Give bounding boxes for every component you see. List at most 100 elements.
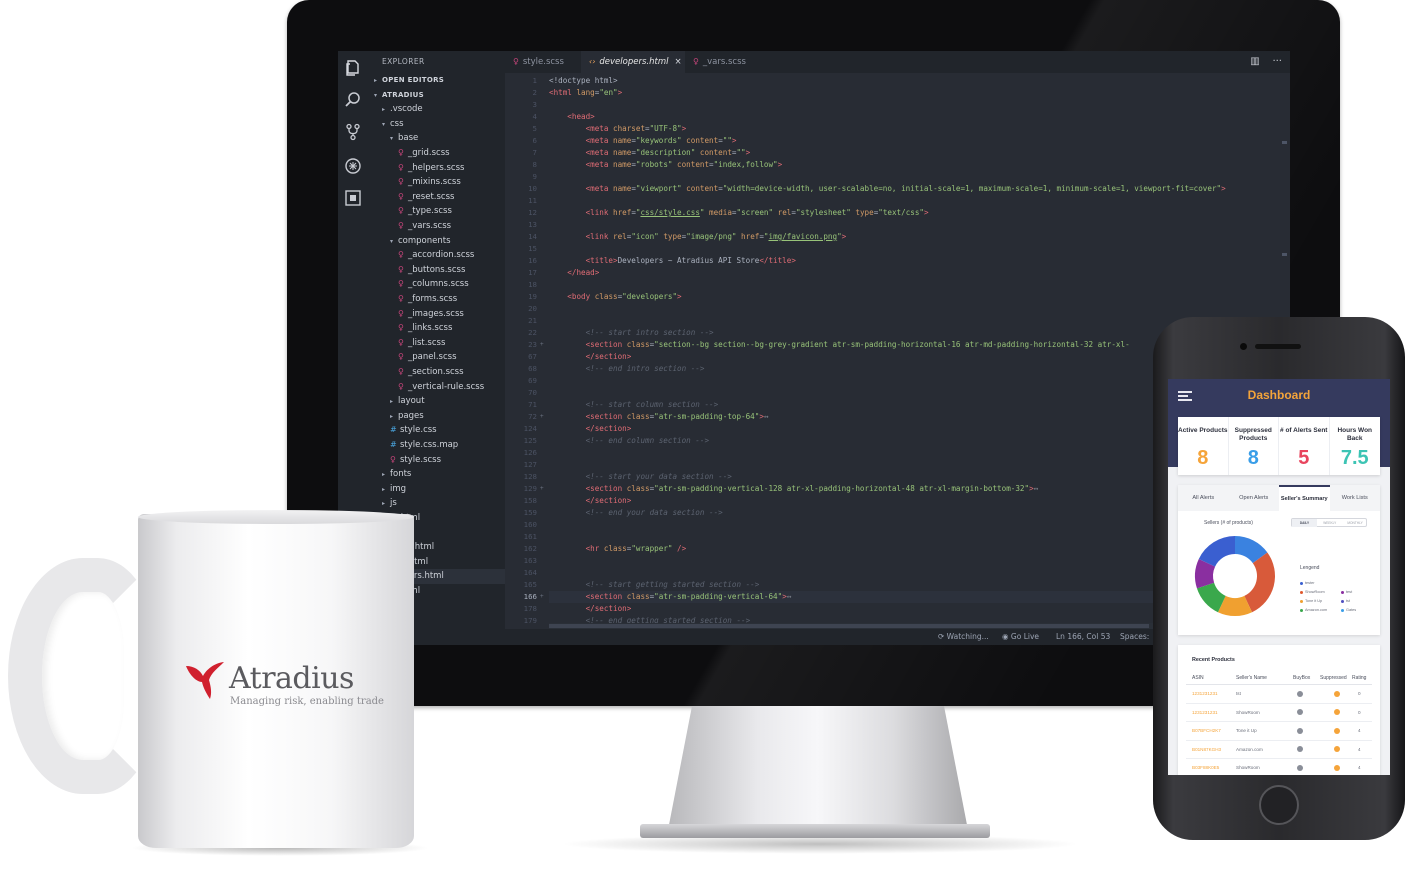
code-line: <!-- start your data section --> <box>549 471 732 483</box>
indentation-setting[interactable]: Spaces: <box>1120 629 1149 645</box>
search-icon[interactable] <box>344 91 362 109</box>
table-row[interactable]: B03F88K0E5 ShowRoom 4 <box>1186 759 1372 775</box>
more-actions-icon[interactable]: ··· <box>1272 56 1282 67</box>
tree-file[interactable]: ♀ _columns.scss <box>368 277 505 292</box>
explorer-section[interactable]: ▸ OPEN EDITORS <box>368 73 505 88</box>
tree-file[interactable]: ♀ _grid.scss <box>368 146 505 161</box>
asin-link[interactable]: 1231231231 <box>1192 685 1218 703</box>
line-number: 69 <box>528 376 537 385</box>
dashboard-tab[interactable]: All Alerts <box>1178 485 1229 511</box>
scrollbar-thumb[interactable] <box>549 624 1149 628</box>
tree-file[interactable]: ♀ _section.scss <box>368 365 505 380</box>
line-number: 161 <box>523 532 537 541</box>
code-line: <section class="atr-sm-padding-top-64">↔ <box>549 411 769 423</box>
tree-file[interactable]: ♀ _mixins.scss <box>368 175 505 190</box>
tree-folder[interactable]: ▸ js <box>368 496 505 511</box>
code-token: ↔ <box>786 592 792 601</box>
tree-file[interactable]: ♀ _panel.scss <box>368 350 505 365</box>
fold-toggle-icon[interactable]: + <box>540 339 544 351</box>
check-circle-icon <box>1334 764 1340 771</box>
asin-link[interactable]: 1231231231 <box>1192 704 1218 722</box>
line-number: 126 <box>523 448 537 457</box>
period-toggle-button[interactable]: DAILY <box>1292 519 1317 527</box>
tree-file[interactable]: ♀ style.scss <box>368 453 505 468</box>
fold-toggle-icon[interactable]: + <box>540 591 544 603</box>
tree-file[interactable]: ♀ _vars.scss <box>368 219 505 234</box>
code-token: > <box>777 160 783 169</box>
code-editor-window: EXPLORER ▸ OPEN EDITORS ▾ ATRADIUS ▸ .vscode ▾… <box>338 51 1290 645</box>
editor-tab[interactable]: ♀ style.scss <box>505 51 581 73</box>
close-tab-icon[interactable]: × <box>674 57 681 67</box>
tree-folder[interactable]: ▸ layout <box>368 394 505 409</box>
tree-file[interactable]: ♀ _links.scss <box>368 321 505 336</box>
code-token: name <box>613 136 632 145</box>
sass-file-icon: ♀ <box>398 264 404 274</box>
tree-folder[interactable]: ▸ fonts <box>368 467 505 482</box>
legend-swatch <box>1300 590 1303 594</box>
fold-toggle-icon[interactable]: + <box>540 411 544 423</box>
dashboard-tab[interactable]: Seller's Summary <box>1279 485 1330 511</box>
code-token: name <box>613 148 632 157</box>
tree-file[interactable]: # style.css <box>368 423 505 438</box>
tree-file[interactable]: ♀ _list.scss <box>368 336 505 351</box>
tree-file[interactable]: ♀ _buttons.scss <box>368 263 505 278</box>
table-row[interactable]: B01N87KGH3 Amazon.com 4 <box>1186 741 1372 759</box>
code-token: type <box>850 208 874 217</box>
tree-folder[interactable]: ▸ img <box>368 482 505 497</box>
tree-file[interactable]: ♀ _reset.scss <box>368 190 505 205</box>
seller-name: tst <box>1236 691 1241 696</box>
tree-file[interactable]: ♀ _type.scss <box>368 204 505 219</box>
table-row[interactable]: 1231231231 tst 0 <box>1186 685 1372 704</box>
code-line: </head> <box>549 267 599 279</box>
table-row[interactable]: B07BFCH2K7 Tone it Up 4 <box>1186 722 1372 741</box>
period-toggle-button[interactable]: MONTHLY <box>1343 519 1368 527</box>
fold-toggle-icon[interactable]: + <box>540 483 544 495</box>
source-control-icon[interactable] <box>344 123 362 141</box>
split-editor-icon[interactable]: ▥ <box>1250 56 1259 67</box>
donut-segment[interactable] <box>1244 552 1275 613</box>
tree-folder[interactable]: ▸ pages <box>368 409 505 424</box>
asin-link[interactable]: B01N87KGH3 <box>1192 741 1221 759</box>
rating-value: 4 <box>1358 746 1361 752</box>
tree-file[interactable]: ♀ _vertical-rule.scss <box>368 380 505 395</box>
watching-status[interactable]: ⟳ Watching... <box>938 629 989 645</box>
code-token: "wrapper" <box>631 544 673 553</box>
extensions-icon[interactable] <box>344 189 362 207</box>
line-number: 20 <box>528 304 537 313</box>
table-row[interactable]: 1231231231 ShowRoom 0 <box>1186 704 1372 722</box>
seller-name: Amazon.com <box>1236 746 1263 752</box>
tree-folder[interactable]: ▸ .vscode <box>368 102 505 117</box>
home-button[interactable] <box>1259 785 1299 825</box>
tree-file[interactable]: ♀ _images.scss <box>368 307 505 322</box>
tree-file[interactable]: ♀ _accordion.scss <box>368 248 505 263</box>
line-number: 127 <box>523 460 537 469</box>
line-number: 68 <box>528 364 537 373</box>
asin-link[interactable]: B03F88K0E5 <box>1192 759 1219 775</box>
tree-folder[interactable]: ▾ components <box>368 234 505 249</box>
period-toggle: DAILY WEEKLY MONTHLY <box>1291 518 1367 527</box>
tree-item-label: img <box>390 483 407 494</box>
dashboard-tab[interactable]: Work Lists <box>1330 485 1381 511</box>
files-icon[interactable] <box>344 59 362 77</box>
tree-file[interactable]: ♀ _helpers.scss <box>368 161 505 176</box>
editor-tab[interactable]: ♀ _vars.scss <box>685 51 755 73</box>
tree-item-label: _vertical-rule.scss <box>408 381 485 392</box>
cursor-position[interactable]: Ln 166, Col 53 <box>1056 629 1110 645</box>
tree-file[interactable]: ♀ _forms.scss <box>368 292 505 307</box>
sass-file-icon: ♀ <box>390 454 396 464</box>
tree-folder[interactable]: ▾ base <box>368 131 505 146</box>
period-toggle-button[interactable]: WEEKLY <box>1317 519 1342 527</box>
code-token: "image/png" <box>686 232 737 241</box>
sass-file-icon: ♀ <box>398 177 404 187</box>
asin-link[interactable]: B07BFCH2K7 <box>1192 722 1221 740</box>
debug-icon[interactable] <box>344 157 362 175</box>
tree-item-label: ATRADIUS <box>382 90 424 99</box>
go-live-button[interactable]: ◉ Go Live <box>1002 629 1039 645</box>
dashboard-tab[interactable]: Open Alerts <box>1229 485 1280 511</box>
explorer-section[interactable]: ▾ ATRADIUS <box>368 88 505 103</box>
tree-file[interactable]: # style.css.map <box>368 438 505 453</box>
tree-folder[interactable]: ▾ css <box>368 117 505 132</box>
editor-tab[interactable]: ‹› developers.html × <box>581 51 685 73</box>
code-token: <meta <box>585 184 614 193</box>
